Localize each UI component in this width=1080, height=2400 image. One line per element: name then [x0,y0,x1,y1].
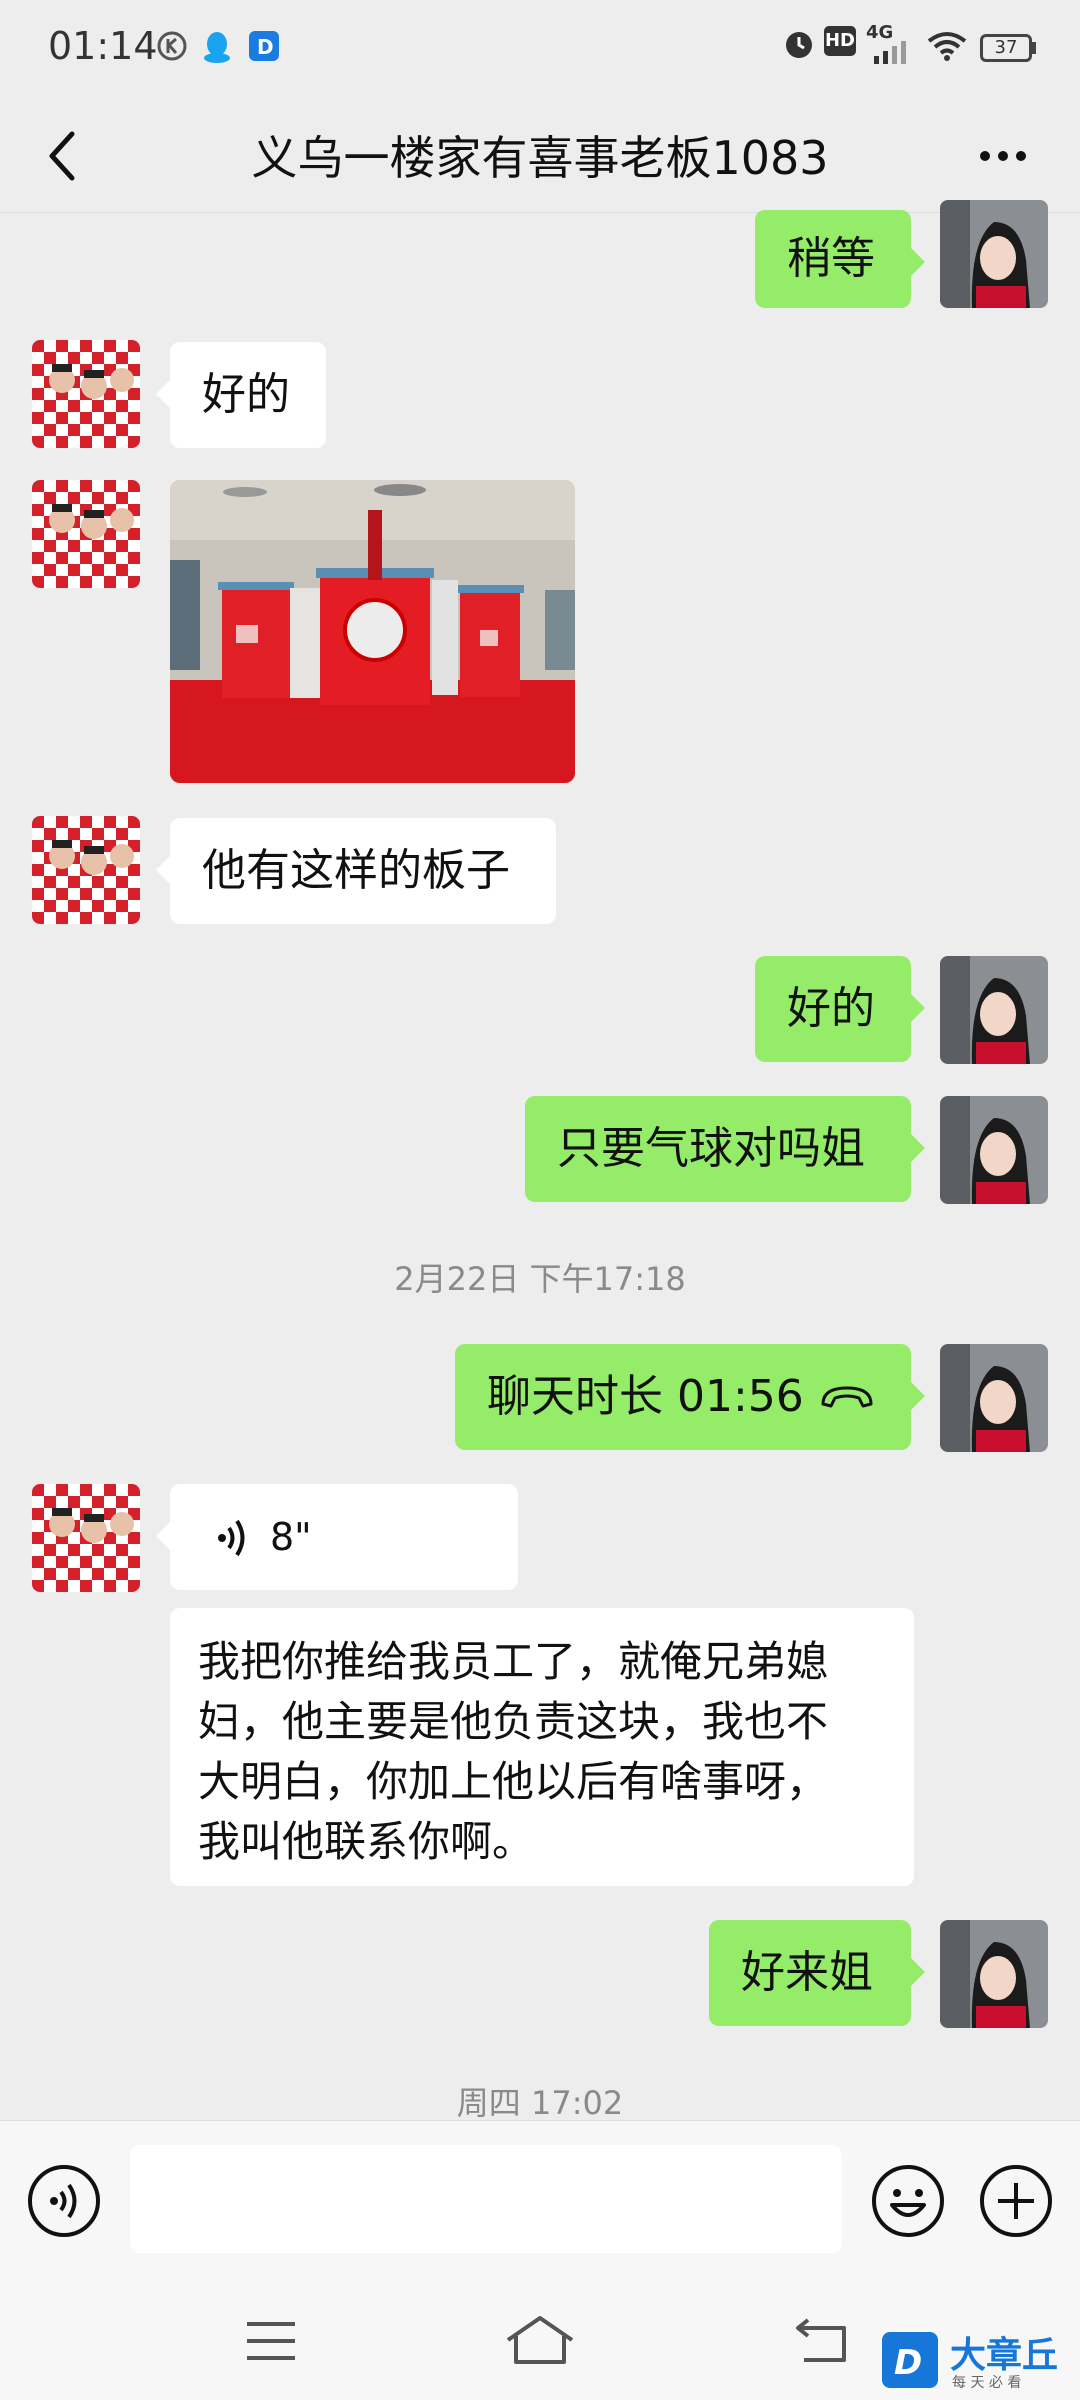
message-image[interactable] [170,480,575,783]
message-text: 好的 [202,369,290,420]
header-divider [0,212,1080,213]
contact-avatar[interactable] [32,340,140,448]
call-duration-text: 聊天时长 01:56 [487,1371,804,1422]
input-bar [0,2120,1080,2287]
more-options-icon[interactable] [978,134,1028,178]
signal-icon [874,41,906,64]
voice-message-bubble[interactable]: 8" [156,1484,518,1590]
contact-avatar[interactable] [32,816,140,924]
my-avatar[interactable] [940,1920,1048,2028]
chat-title: 义乌一楼家有喜事老板1083 [251,131,829,185]
message-text: 好的 [787,983,875,1034]
watermark-slogan: 每 天 必 看 [952,2375,1022,2391]
chat-header: 义乌一楼家有喜事老板1083 [0,100,1080,212]
call-record-bubble[interactable]: 聊天时长 01:56 [455,1344,925,1450]
message-bubble-in[interactable]: 他有这样的板子 [156,818,556,924]
add-more-icon[interactable] [978,2163,1054,2239]
watermark-brand: 大章丘 [950,2335,1059,2376]
emoji-icon[interactable] [870,2163,946,2239]
message-bubble-out[interactable]: 稍等 [755,210,925,308]
qq-penguin-icon [204,32,230,63]
message-line: 大明白，你加上他以后有啥事呀， [198,1757,829,1806]
back-arrow-icon[interactable] [34,124,94,188]
contact-avatar[interactable] [32,1484,140,1592]
watermark-d-icon: D [882,2332,938,2388]
my-avatar[interactable] [940,1096,1048,1204]
battery-tip [1032,42,1036,54]
my-avatar[interactable] [940,200,1048,308]
back-nav-icon[interactable] [794,2316,850,2364]
message-line: 我叫他联系你啊。 [198,1817,535,1866]
status-time: 01:14 [48,24,158,68]
message-input[interactable] [130,2145,842,2253]
message-text: 他有这样的板子 [202,845,510,896]
wifi-icon [927,32,967,61]
message-line: 我把你推给我员工了，就俺兄弟媳 [198,1637,829,1686]
menu-icon[interactable] [244,2320,298,2362]
status-bar: 01:14 D HD 4G 37 [0,0,1080,100]
k-circle-icon [157,31,187,61]
my-avatar[interactable] [940,956,1048,1064]
battery-level: 37 [994,37,1018,58]
message-bubble-in[interactable]: 好的 [156,342,326,448]
my-avatar[interactable] [940,1344,1048,1452]
message-timestamp: 周四 17:02 [456,2084,624,2122]
voice-wave-icon [218,1519,245,1557]
battery-icon: 37 [980,34,1032,62]
contact-avatar[interactable] [32,480,140,588]
voice-duration: 8" [270,1515,312,1559]
phone-hangup-icon [821,1386,873,1408]
message-text: 只要气球对吗姐 [557,1123,865,1174]
message-line: 妇，他主要是他负责这块，我也不 [198,1697,829,1746]
alarm-icon [786,32,812,58]
message-bubble-out[interactable]: 只要气球对吗姐 [525,1096,925,1202]
d-app-icon: D [249,31,279,61]
svg-text:D: D [894,2343,922,2383]
message-bubble-in[interactable]: 我把你推给我员工了，就俺兄弟媳 妇，他主要是他负责这块，我也不 大明白，你加上他… [170,1608,914,1886]
message-timestamp: 2月22日 下午17:18 [394,1260,686,1298]
message-bubble-out[interactable]: 好的 [755,956,925,1062]
voice-input-icon[interactable] [26,2163,102,2239]
svg-text:D: D [257,35,274,59]
message-text: 稍等 [787,233,875,284]
home-icon[interactable] [504,2314,576,2366]
message-text: 好来姐 [741,1947,873,1998]
watermark-logo: D 大章丘 每 天 必 看 [880,2320,1080,2400]
hd-icon: HD [824,26,856,56]
message-bubble-out[interactable]: 好来姐 [709,1920,925,2026]
